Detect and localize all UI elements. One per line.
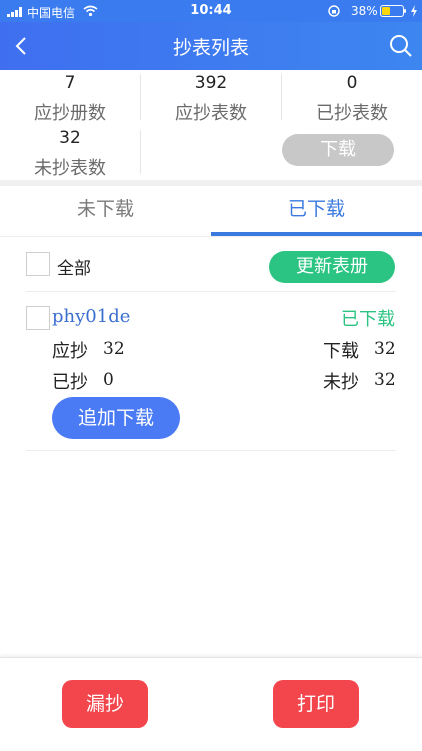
divider xyxy=(140,130,141,174)
back-icon[interactable] xyxy=(10,34,34,58)
search-icon[interactable] xyxy=(388,33,414,59)
missed-reading-button[interactable]: 漏抄 xyxy=(62,680,148,728)
read-value: 0 xyxy=(103,370,114,390)
charging-icon xyxy=(410,5,418,17)
select-all-checkbox[interactable] xyxy=(26,252,50,276)
stat-should-books-value: 7 xyxy=(64,73,76,93)
update-book-button[interactable]: 更新表册 xyxy=(269,251,395,283)
carrier-label: 中国电信 xyxy=(27,6,76,20)
download-button[interactable]: 下载 xyxy=(282,134,394,166)
signal-icon xyxy=(7,6,25,17)
unread-value: 32 xyxy=(374,370,396,390)
stat-read-meters-label: 已抄表数 xyxy=(316,103,388,124)
battery-icon xyxy=(380,5,408,17)
downloaded-value: 32 xyxy=(374,339,396,359)
wifi-icon xyxy=(83,5,98,17)
tab-downloaded[interactable]: 已下载 xyxy=(211,186,422,236)
list-item: phy01de 已下载 应抄 32 下载 32 已抄 0 未抄 32 追加下载 xyxy=(0,292,422,450)
unread-label: 未抄 xyxy=(323,372,359,393)
should-read-value: 32 xyxy=(103,339,125,359)
clock: 10:44 xyxy=(190,3,232,18)
append-download-button[interactable]: 追加下载 xyxy=(52,397,180,439)
stat-unread-meters-label: 未抄表数 xyxy=(34,158,106,179)
print-button[interactable]: 打印 xyxy=(273,680,359,728)
book-name[interactable]: phy01de xyxy=(52,306,130,327)
select-all-label: 全部 xyxy=(57,259,91,279)
bottom-toolbar: 漏抄 打印 xyxy=(0,657,422,751)
divider xyxy=(0,236,422,237)
rotation-lock-icon xyxy=(328,5,340,17)
read-label: 已抄 xyxy=(52,372,88,393)
divider xyxy=(26,450,396,451)
nav-bar: 抄表列表 xyxy=(0,22,422,70)
battery-percent: 38% xyxy=(351,4,378,18)
tab-bar: 未下载 已下载 xyxy=(0,186,422,236)
book-checkbox[interactable] xyxy=(26,306,50,330)
stat-should-books-label: 应抄册数 xyxy=(34,103,106,124)
should-read-label: 应抄 xyxy=(52,341,88,362)
stat-should-meters-label: 应抄表数 xyxy=(175,103,247,124)
status-bar: 中国电信 10:44 38% xyxy=(0,0,422,22)
stat-should-meters-value: 392 xyxy=(194,73,228,93)
tab-not-downloaded[interactable]: 未下载 xyxy=(0,186,211,236)
downloaded-label: 下载 xyxy=(323,341,359,362)
stat-unread-meters-value: 32 xyxy=(59,128,81,148)
page-title: 抄表列表 xyxy=(172,37,249,59)
book-status: 已下载 xyxy=(341,309,395,330)
stats-panel: 7 应抄册数 392 应抄表数 0 已抄表数 32 未抄表数 下载 xyxy=(0,70,422,180)
stat-read-meters-value: 0 xyxy=(346,73,358,93)
